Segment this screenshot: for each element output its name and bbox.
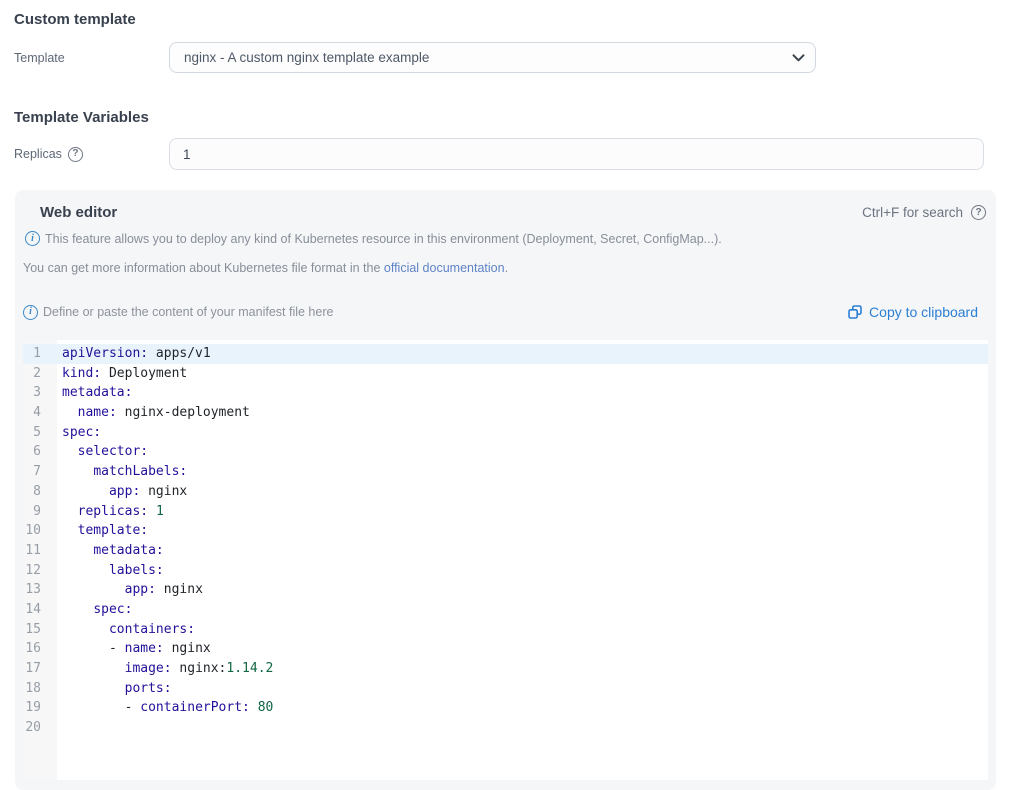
line-number: 3 bbox=[23, 383, 57, 403]
code-line-row[interactable]: 17 image: nginx:1.14.2 bbox=[23, 659, 988, 679]
code-line-row[interactable]: 8 app: nginx bbox=[23, 482, 988, 502]
line-number: 16 bbox=[23, 639, 57, 659]
code-line-row[interactable]: 9 replicas: 1 bbox=[23, 502, 988, 522]
feature-info-text: This feature allows you to deploy any ki… bbox=[45, 232, 722, 246]
code-line-text[interactable]: app: nginx bbox=[57, 482, 187, 502]
more-info-prefix: You can get more information about Kuber… bbox=[23, 261, 384, 275]
code-line-text[interactable]: - name: nginx bbox=[57, 639, 211, 659]
code-line-row[interactable]: 4 name: nginx-deployment bbox=[23, 403, 988, 423]
line-number: 19 bbox=[23, 698, 57, 718]
line-number: 18 bbox=[23, 679, 57, 699]
web-editor-panel: Web editor Ctrl+F for search ? i This fe… bbox=[15, 190, 996, 790]
code-line-row[interactable]: 20 bbox=[23, 718, 988, 738]
code-line-row[interactable]: 14 spec: bbox=[23, 600, 988, 620]
manifest-hint-text: Define or paste the content of your mani… bbox=[43, 305, 333, 319]
replicas-help-icon[interactable]: ? bbox=[68, 147, 83, 162]
code-line-row[interactable]: 18 ports: bbox=[23, 679, 988, 699]
line-number: 14 bbox=[23, 600, 57, 620]
template-row: Template nginx - A custom nginx template… bbox=[0, 42, 1011, 73]
copy-icon bbox=[848, 305, 863, 320]
code-line-text[interactable]: matchLabels: bbox=[57, 462, 187, 482]
code-line-row[interactable]: 1apiVersion: apps/v1 bbox=[23, 344, 988, 364]
code-line-row[interactable]: 15 containers: bbox=[23, 620, 988, 640]
line-number: 17 bbox=[23, 659, 57, 679]
info-icon: i bbox=[23, 305, 38, 320]
copy-button-label: Copy to clipboard bbox=[869, 304, 978, 320]
code-line-text[interactable]: app: nginx bbox=[57, 580, 203, 600]
code-line-text[interactable] bbox=[57, 718, 62, 738]
line-number: 6 bbox=[23, 442, 57, 462]
code-line-row[interactable]: 3metadata: bbox=[23, 383, 988, 403]
code-line-text[interactable]: labels: bbox=[57, 561, 164, 581]
search-hint-label: Ctrl+F for search bbox=[862, 205, 963, 220]
code-editor[interactable]: 1apiVersion: apps/v12kind: Deployment3me… bbox=[23, 340, 988, 780]
search-hint: Ctrl+F for search ? bbox=[862, 205, 986, 220]
code-line-row[interactable]: 10 template: bbox=[23, 521, 988, 541]
template-variables-title: Template Variables bbox=[14, 109, 1011, 126]
web-editor-header: Web editor Ctrl+F for search ? bbox=[23, 204, 986, 221]
replicas-label: Replicas bbox=[14, 147, 62, 161]
code-line-row[interactable]: 6 selector: bbox=[23, 442, 988, 462]
line-number: 4 bbox=[23, 403, 57, 423]
code-line-row[interactable]: 2kind: Deployment bbox=[23, 364, 988, 384]
code-line-text[interactable]: image: nginx:1.14.2 bbox=[57, 659, 273, 679]
web-editor-title: Web editor bbox=[40, 204, 117, 221]
line-number: 1 bbox=[23, 344, 57, 364]
code-line-text[interactable]: metadata: bbox=[57, 541, 164, 561]
code-line-row[interactable]: 11 metadata: bbox=[23, 541, 988, 561]
code-line-row[interactable]: 19 - containerPort: 80 bbox=[23, 698, 988, 718]
line-number: 2 bbox=[23, 364, 57, 384]
code-line-text[interactable]: selector: bbox=[57, 442, 148, 462]
code-line-text[interactable]: name: nginx-deployment bbox=[57, 403, 250, 423]
code-line-text[interactable]: spec: bbox=[57, 600, 132, 620]
line-number: 15 bbox=[23, 620, 57, 640]
code-line-text[interactable]: template: bbox=[57, 521, 148, 541]
code-line-text[interactable]: - containerPort: 80 bbox=[57, 698, 273, 718]
template-label: Template bbox=[14, 51, 65, 65]
code-line-row[interactable]: 13 app: nginx bbox=[23, 580, 988, 600]
line-number: 7 bbox=[23, 462, 57, 482]
line-number: 20 bbox=[23, 718, 57, 738]
line-number: 10 bbox=[23, 521, 57, 541]
code-line-row[interactable]: 16 - name: nginx bbox=[23, 639, 988, 659]
code-line-text[interactable]: ports: bbox=[57, 679, 172, 699]
line-number: 13 bbox=[23, 580, 57, 600]
line-number: 12 bbox=[23, 561, 57, 581]
copy-to-clipboard-button[interactable]: Copy to clipboard bbox=[848, 304, 978, 320]
code-line-text[interactable]: kind: Deployment bbox=[57, 364, 187, 384]
replicas-input[interactable] bbox=[169, 138, 984, 170]
more-info-suffix: . bbox=[505, 261, 508, 275]
custom-template-page: Custom template Template nginx - A custo… bbox=[0, 11, 1011, 790]
line-number: 8 bbox=[23, 482, 57, 502]
line-number: 9 bbox=[23, 502, 57, 522]
manifest-hint-row: i Define or paste the content of your ma… bbox=[23, 304, 986, 320]
page-title: Custom template bbox=[14, 11, 1011, 28]
code-line-row[interactable]: 5spec: bbox=[23, 423, 988, 443]
info-icon: i bbox=[25, 231, 40, 246]
code-line-text[interactable]: apiVersion: apps/v1 bbox=[57, 344, 211, 364]
code-lines: 1apiVersion: apps/v12kind: Deployment3me… bbox=[23, 340, 988, 738]
code-line-text[interactable]: spec: bbox=[57, 423, 101, 443]
code-line-row[interactable]: 12 labels: bbox=[23, 561, 988, 581]
line-number: 5 bbox=[23, 423, 57, 443]
line-number: 11 bbox=[23, 541, 57, 561]
official-documentation-link[interactable]: official documentation bbox=[384, 261, 505, 275]
feature-info-line: i This feature allows you to deploy any … bbox=[25, 231, 986, 246]
more-info-line: You can get more information about Kuber… bbox=[23, 261, 986, 275]
code-line-text[interactable]: containers: bbox=[57, 620, 195, 640]
replicas-row: Replicas ? bbox=[0, 138, 1011, 170]
code-line-text[interactable]: metadata: bbox=[57, 383, 132, 403]
code-line-text[interactable]: replicas: 1 bbox=[57, 502, 164, 522]
template-select[interactable]: nginx - A custom nginx template example bbox=[169, 42, 816, 73]
search-help-icon[interactable]: ? bbox=[971, 205, 986, 220]
code-line-row[interactable]: 7 matchLabels: bbox=[23, 462, 988, 482]
template-select-wrap: nginx - A custom nginx template example bbox=[169, 42, 816, 73]
